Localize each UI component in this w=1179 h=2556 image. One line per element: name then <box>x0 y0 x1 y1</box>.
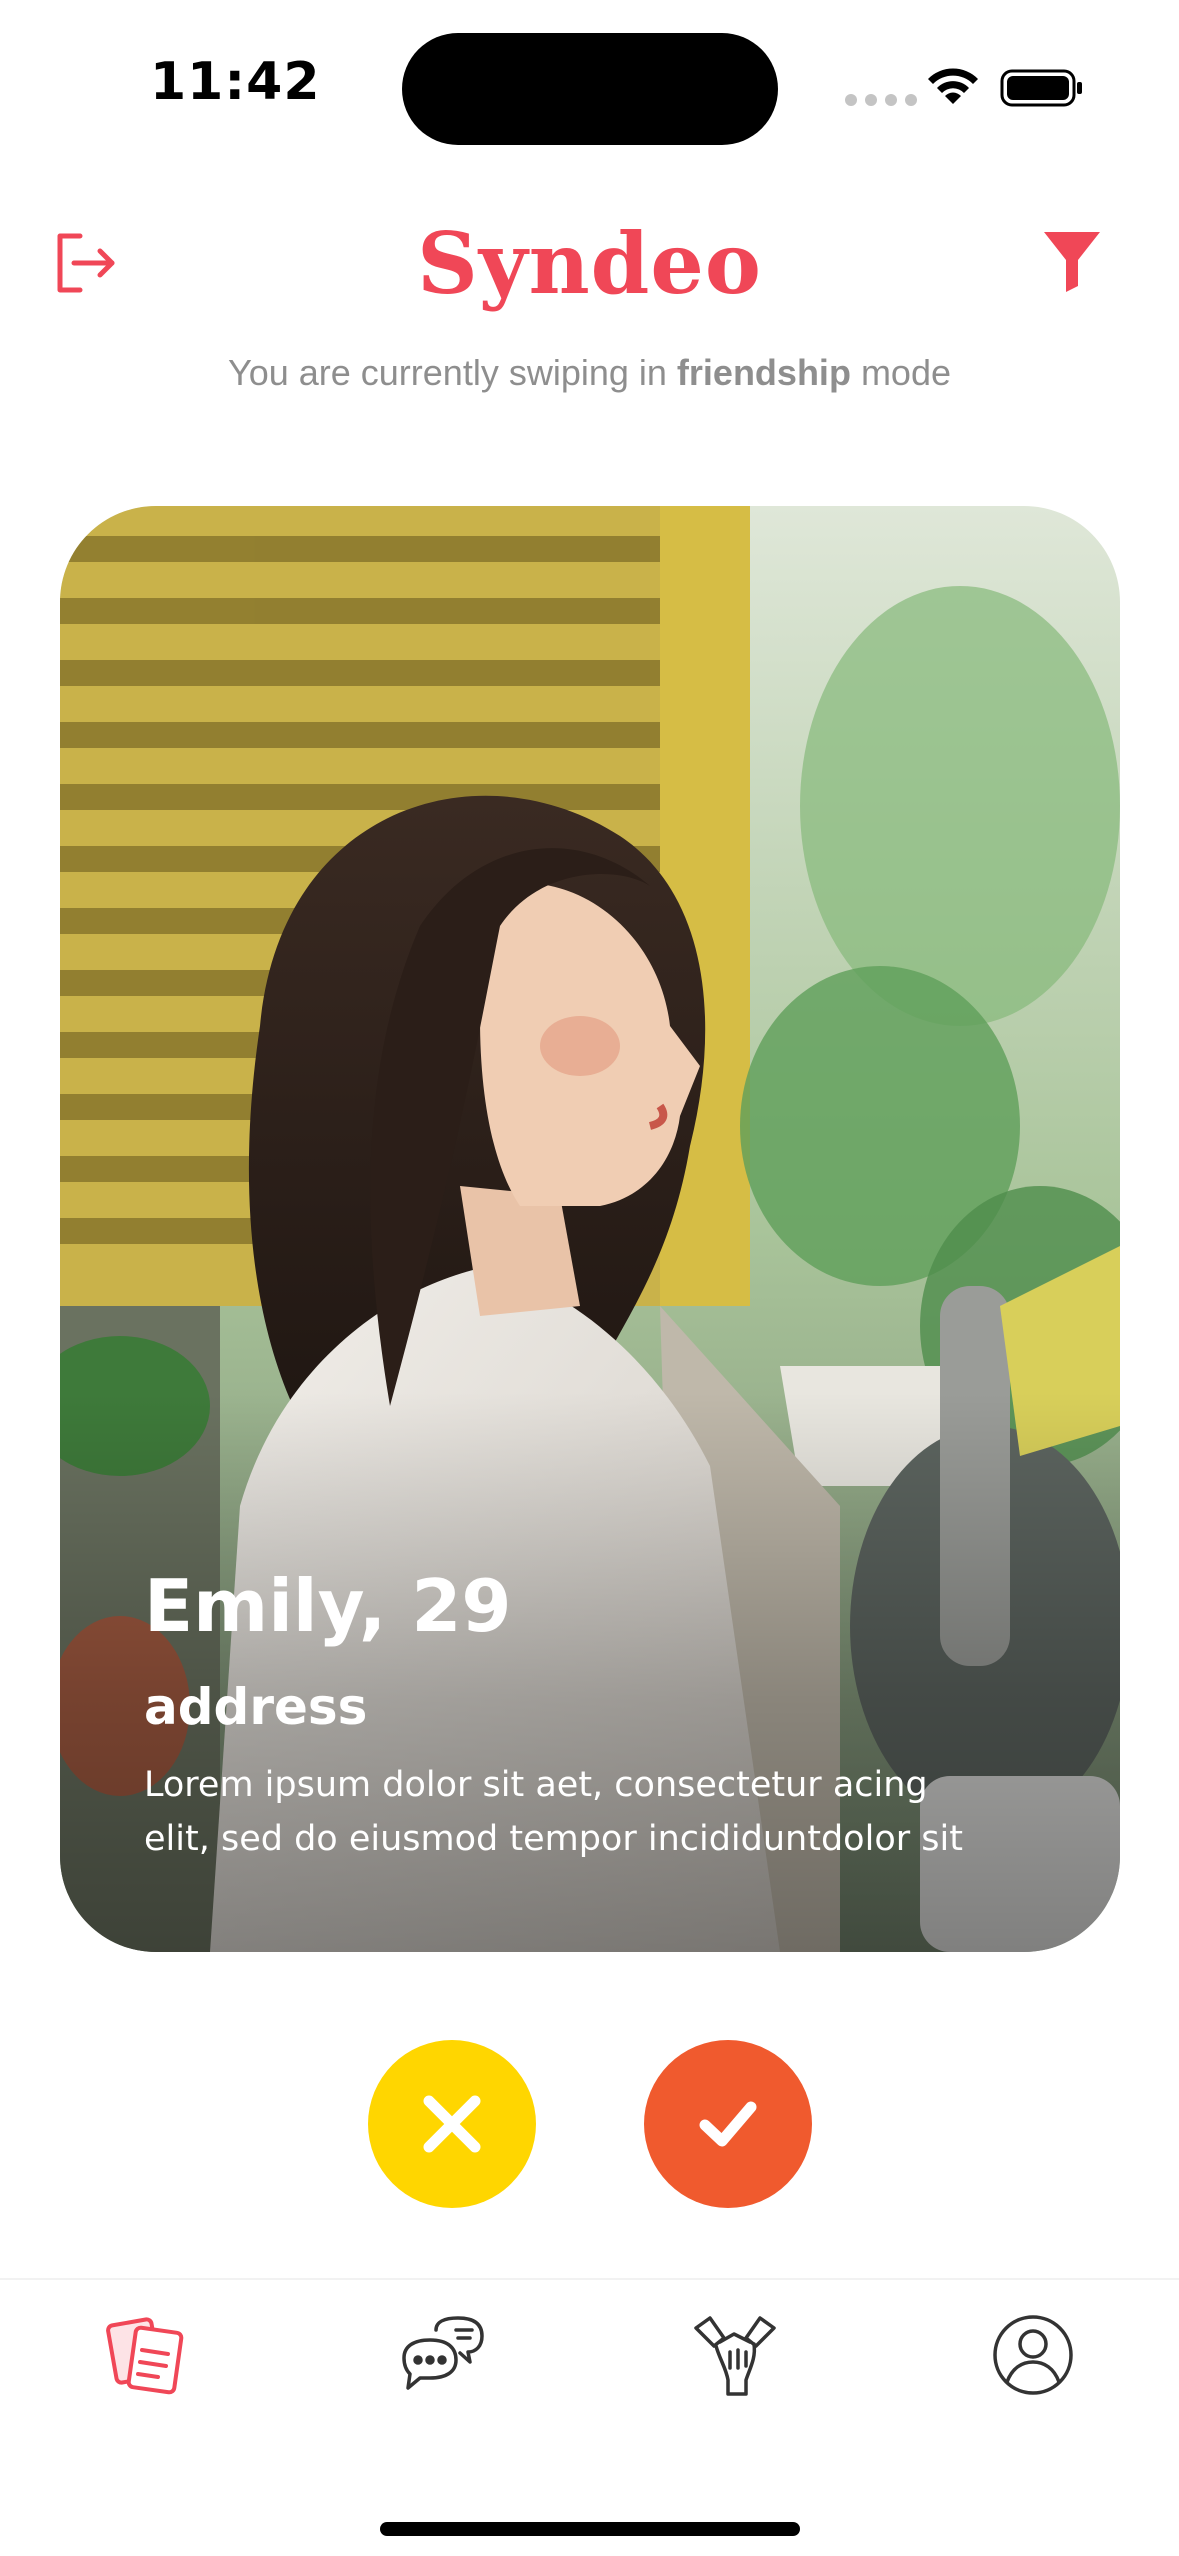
profile-icon <box>993 2315 1073 2395</box>
profile-name-age: Emily, 29 <box>144 1564 512 1648</box>
mode-prefix: You are currently swiping in <box>228 352 677 393</box>
profile-address: address <box>144 1678 368 1736</box>
wifi-icon <box>928 68 978 104</box>
filter-icon[interactable] <box>1042 228 1102 294</box>
dynamic-island <box>402 33 778 145</box>
profile-bio-line: Lorem ipsum dolor sit aet, consectetur a… <box>144 1765 928 1805</box>
cellular-signal-icon <box>845 94 917 106</box>
close-icon <box>423 2095 481 2153</box>
mode-value: friendship <box>676 352 851 393</box>
swipe-screen: 11:42 Syndeo You are currently swiping i… <box>0 0 1179 2556</box>
profile-bio-line: elit, sed do eiusmod tempor incididuntdo… <box>144 1819 963 1859</box>
check-icon <box>699 2101 757 2147</box>
profile-card[interactable]: Emily, 29 address Lorem ipsum dolor sit … <box>60 506 1120 1952</box>
home-indicator[interactable] <box>380 2522 800 2536</box>
card-shade <box>60 1392 1120 1952</box>
status-time: 11:42 <box>150 52 321 112</box>
battery-icon <box>1000 69 1082 107</box>
tab-profile[interactable] <box>988 2310 1078 2400</box>
status-bar: 11:42 <box>0 0 1179 160</box>
mode-suffix: mode <box>850 352 951 393</box>
swipe-mode-caption: You are currently swiping in friendship … <box>0 352 1179 394</box>
chat-icon <box>402 2316 484 2390</box>
reject-button[interactable] <box>368 2040 536 2208</box>
bottom-tab-bar <box>0 2278 1179 2556</box>
profile-bio: Lorem ipsum dolor sit aet, consectetur a… <box>144 1758 1044 1866</box>
tab-cards[interactable] <box>102 2310 192 2400</box>
tab-chat[interactable] <box>398 2310 488 2400</box>
accept-button[interactable] <box>644 2040 812 2208</box>
tab-friends[interactable] <box>690 2310 780 2400</box>
cards-icon <box>106 2317 184 2395</box>
brand-logo: Syndeo <box>417 214 762 313</box>
friends-icon <box>694 2316 776 2396</box>
app-header: Syndeo <box>0 200 1179 330</box>
